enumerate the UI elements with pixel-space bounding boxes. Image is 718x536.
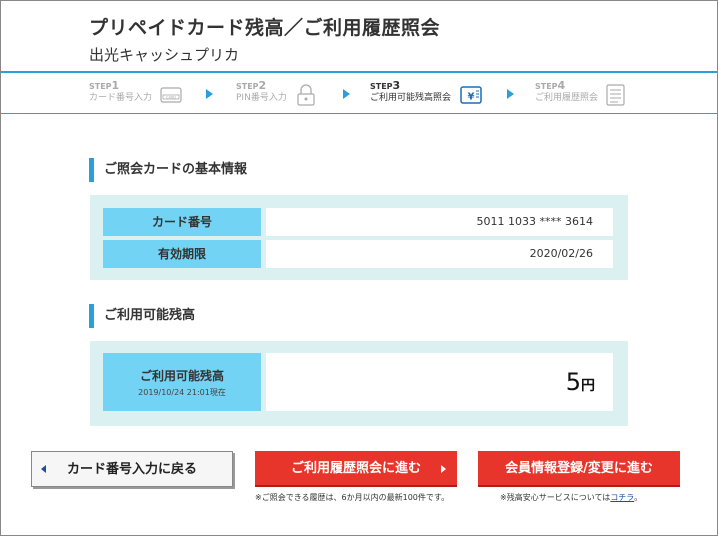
step-arrow-1: [206, 89, 213, 99]
header-rule: [1, 71, 717, 73]
balance-value-cell: 5円: [266, 353, 613, 411]
step-2-number: STEP2: [236, 79, 267, 92]
chevron-left-icon: [41, 465, 46, 473]
list-icon: [606, 84, 625, 106]
balance-label-cell: ご利用可能残高 2019/10/24 21:01現在: [103, 353, 261, 411]
step-1: STEP1 カード番号入力: [89, 80, 152, 112]
step-4: STEP4 ご利用履歴照会: [535, 80, 598, 112]
step-arrow-2: [343, 89, 350, 99]
lock-icon: [297, 84, 315, 106]
card-icon: CARD: [160, 87, 182, 103]
back-to-card-input-button[interactable]: カード番号入力に戻る: [31, 451, 233, 487]
card-info-panel: カード番号 5011 1033 **** 3614 有効期限 2020/02/2…: [90, 195, 628, 280]
balance-amount: 5: [565, 368, 581, 396]
yen-icon: ¥: [460, 86, 482, 104]
svg-text:¥: ¥: [468, 92, 475, 103]
balance-label: ご利用可能残高: [139, 369, 224, 383]
step-1-label: カード番号入力: [89, 93, 153, 103]
step-4-number: STEP4: [535, 79, 566, 92]
svg-text:CARD: CARD: [166, 95, 176, 99]
member-note-link[interactable]: コチラ: [610, 493, 634, 502]
back-button-label: カード番号入力に戻る: [66, 462, 197, 477]
usage-history-button[interactable]: ご利用履歴照会に進む: [255, 451, 457, 487]
step-3-label: ご利用可能残高照会: [370, 93, 452, 103]
member-registration-button[interactable]: 会員情報登録/変更に進む: [478, 451, 680, 487]
steps-rule: [1, 113, 717, 114]
step-3: STEP3 ご利用可能残高照会: [370, 80, 451, 112]
step-2-label: PIN番号入力: [236, 93, 287, 103]
history-button-label: ご利用履歴照会に進む: [290, 461, 421, 476]
page-title: プリペイドカード残高／ご利用履歴照会: [89, 17, 441, 39]
member-button-label: 会員情報登録/変更に進む: [505, 461, 653, 476]
step-3-number: STEP3: [370, 79, 401, 92]
member-note: ※残高安心サービスについてはコチラ。: [500, 493, 643, 502]
history-note: ※ご照会できる履歴は、6か月以内の最新100件です。: [255, 493, 450, 502]
card-info-heading: ご照会カードの基本情報: [89, 158, 247, 182]
step-arrow-3: [507, 89, 514, 99]
balance-unit: 円: [581, 378, 595, 394]
step-4-label: ご利用履歴照会: [535, 93, 599, 103]
balance-timestamp: 2019/10/24 21:01現在: [138, 388, 226, 397]
page-subtitle: 出光キャッシュプリカ: [89, 46, 240, 64]
balance-panel: ご利用可能残高 2019/10/24 21:01現在 5円: [90, 341, 628, 426]
card-number-value: 5011 1033 **** 3614: [266, 208, 613, 236]
chevron-right-icon: [441, 465, 446, 473]
step-2: STEP2 PIN番号入力: [236, 80, 287, 112]
expiry-value: 2020/02/26: [266, 240, 613, 268]
card-number-label: カード番号: [103, 208, 261, 236]
step-1-number: STEP1: [89, 79, 120, 92]
expiry-label: 有効期限: [103, 240, 261, 268]
balance-heading: ご利用可能残高: [89, 304, 195, 328]
